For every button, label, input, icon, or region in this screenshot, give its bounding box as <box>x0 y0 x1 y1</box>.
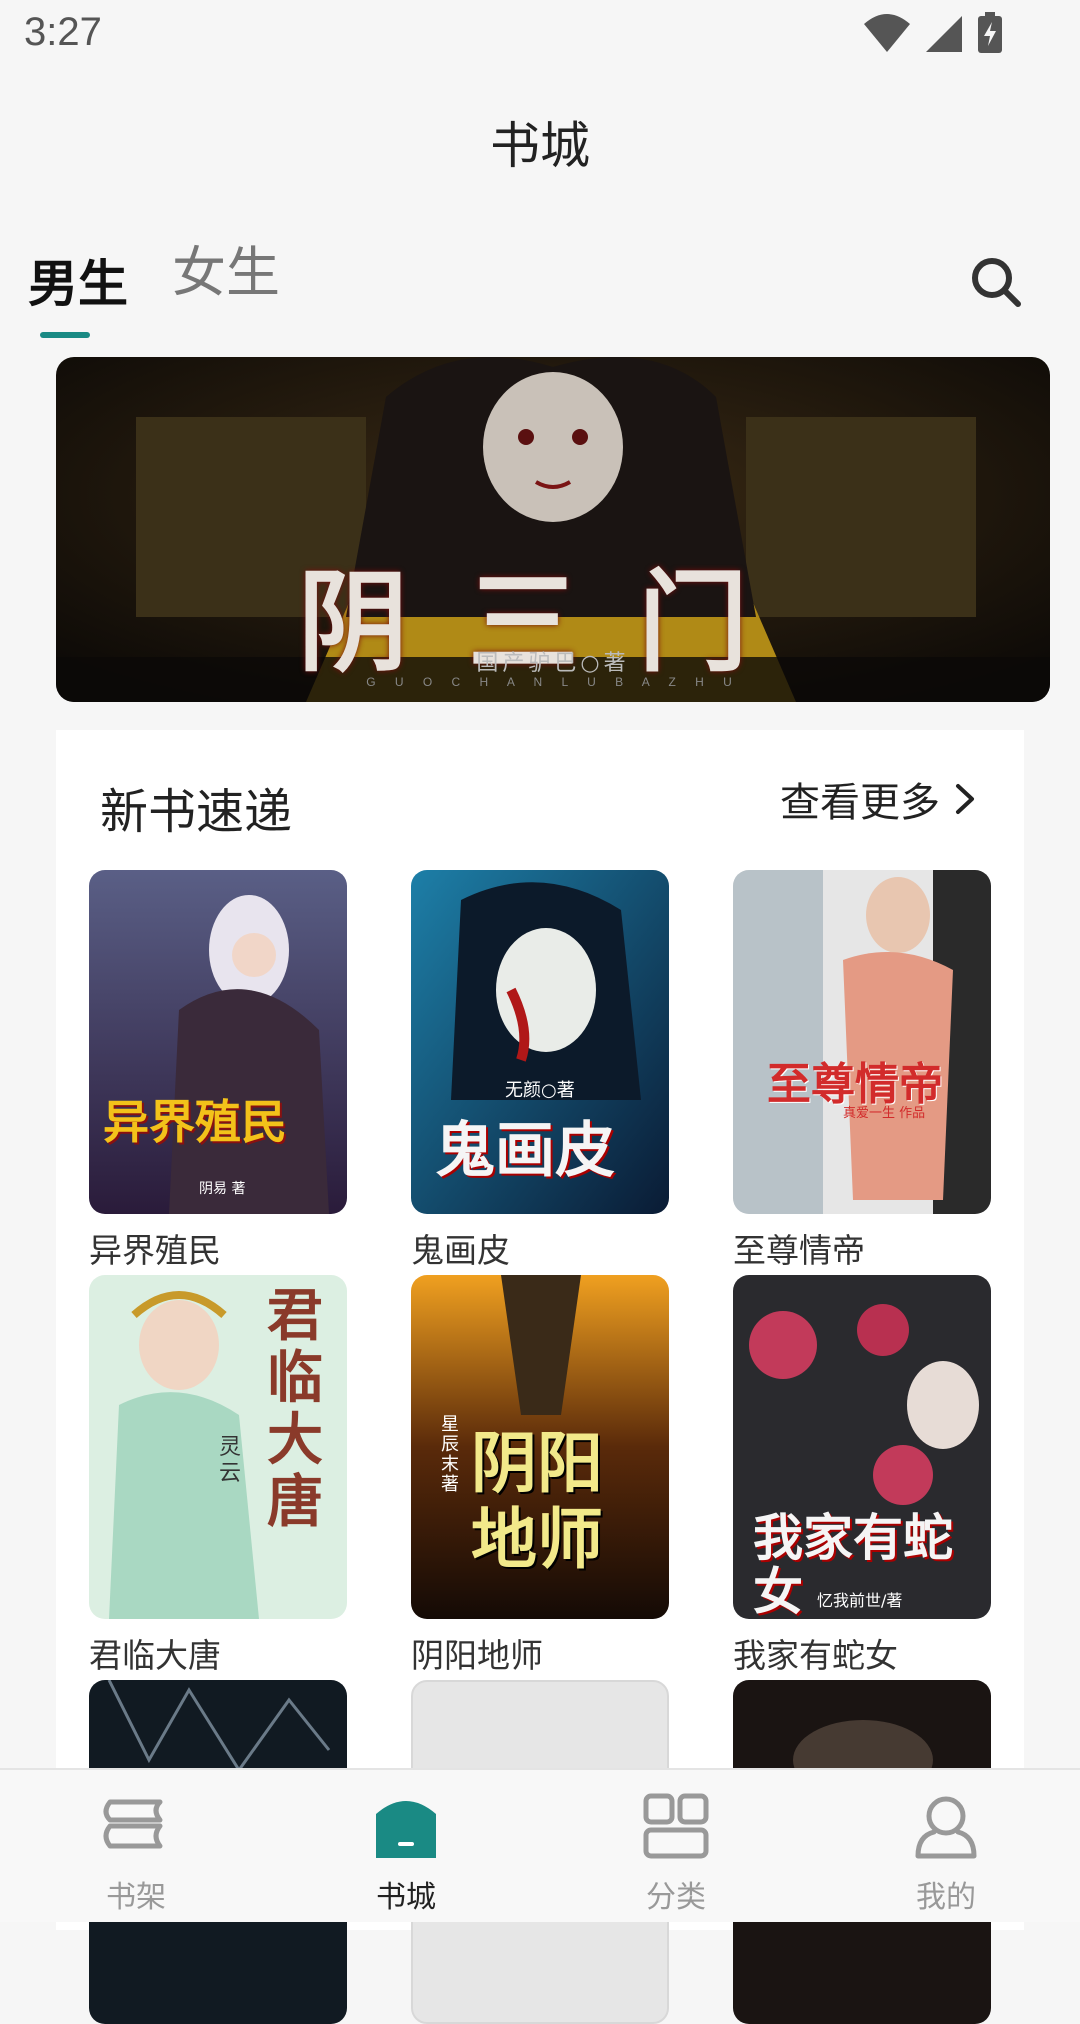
cover-title-art: 异界殖民 <box>103 1095 287 1149</box>
category-grid-icon <box>643 1793 709 1859</box>
book-title: 至尊情帝 <box>733 1231 865 1270</box>
nav-label: 分类 <box>646 1880 706 1915</box>
cover-title-art: 鬼画皮 <box>435 1116 615 1186</box>
book-cover: 异界殖民 阴易 著 <box>89 870 347 1214</box>
bottom-navigation: 书架 书城 分类 我的 <box>0 1768 1080 1922</box>
battery-charging-icon <box>978 12 1002 53</box>
cover-author-art: 真爱一生 作品 <box>843 1106 926 1121</box>
book-title: 阴阳地师 <box>411 1636 543 1675</box>
nav-profile[interactable]: 我的 <box>846 1770 1046 1922</box>
book-title: 我家有蛇女 <box>733 1636 898 1675</box>
search-icon[interactable] <box>968 254 1024 310</box>
book-title: 异界殖民 <box>89 1231 221 1270</box>
cover-title-art: 阴阳地师 <box>471 1424 603 1578</box>
app-header: 书城 <box>0 70 1080 180</box>
status-icons <box>862 12 1004 54</box>
nav-label: 我的 <box>916 1880 976 1915</box>
cover-author-art: 星辰末 著 <box>441 1414 459 1495</box>
nav-bookstore[interactable]: 书城 <box>306 1770 506 1922</box>
book-cover: 星辰末 著 阴阳地师 <box>411 1275 669 1619</box>
cover-title-art: 君临大唐 <box>267 1283 323 1535</box>
book-cover: 君临大唐 灵云 <box>89 1275 347 1619</box>
book-item[interactable]: 无颜○著 鬼画皮 鬼画皮 <box>411 870 669 1272</box>
banner-author-art: 国产驴巴○著 <box>476 651 630 676</box>
tab-female[interactable]: 女生 <box>172 228 280 307</box>
new-books-section: 新书速递 查看更多 异界殖民 阴易 著 异界殖民 无颜○著 鬼画皮 鬼画皮 至尊… <box>56 730 1024 2024</box>
bookstore-icon <box>376 1801 436 1858</box>
wifi-icon <box>864 14 910 52</box>
book-cover: 至尊情帝 真爱一生 作品 <box>733 870 991 1214</box>
nav-bookshelf[interactable]: 书架 <box>36 1770 236 1922</box>
cover-author-art: 灵云 <box>219 1435 242 1486</box>
chevron-right-icon <box>956 784 974 814</box>
promo-banner[interactable]: 阴三门 国产驴巴○著 G U O C H A N L U B A Z H U <box>56 357 1050 702</box>
book-cover: 无颜○著 鬼画皮 <box>411 870 669 1214</box>
view-more-label: 查看更多 <box>780 780 940 826</box>
book-title: 君临大唐 <box>89 1636 221 1675</box>
cover-author-art: 阴易 著 <box>199 1181 246 1197</box>
cover-author-art: 无颜○著 <box>505 1080 575 1101</box>
nav-label: 书架 <box>106 1880 166 1915</box>
book-item[interactable]: 君临大唐 灵云 君临大唐 <box>89 1275 347 1677</box>
cellular-signal-icon <box>926 16 962 52</box>
active-tab-indicator <box>40 332 90 338</box>
profile-icon <box>915 1796 977 1859</box>
section-title: 新书速递 <box>100 784 293 840</box>
view-more-link[interactable]: 查看更多 <box>780 770 976 828</box>
book-title: 鬼画皮 <box>411 1231 510 1270</box>
book-item[interactable]: 异界殖民 阴易 著 异界殖民 <box>89 870 347 1272</box>
book-item[interactable]: 我家有蛇女 忆我前世/著 我家有蛇女 <box>733 1275 991 1677</box>
book-item[interactable]: 至尊情帝 真爱一生 作品 至尊情帝 <box>733 870 991 1272</box>
status-time: 3:27 <box>24 10 102 54</box>
status-bar: 3:27 <box>0 0 1080 70</box>
banner-author-latin-art: G U O C H A N L U B A Z H U <box>366 675 740 689</box>
gender-tabs: 男生 女生 <box>0 180 1080 338</box>
nav-label: 书城 <box>376 1880 436 1915</box>
book-item[interactable]: 星辰末 著 阴阳地师 阴阳地师 <box>411 1275 669 1677</box>
cover-author-art: 忆我前世/著 <box>817 1591 903 1610</box>
book-cover: 我家有蛇女 忆我前世/著 <box>733 1275 991 1619</box>
bookshelf-icon <box>103 1799 163 1849</box>
page-title: 书城 <box>490 117 590 175</box>
tab-male[interactable]: 男生 <box>28 244 128 316</box>
nav-category[interactable]: 分类 <box>576 1770 776 1922</box>
